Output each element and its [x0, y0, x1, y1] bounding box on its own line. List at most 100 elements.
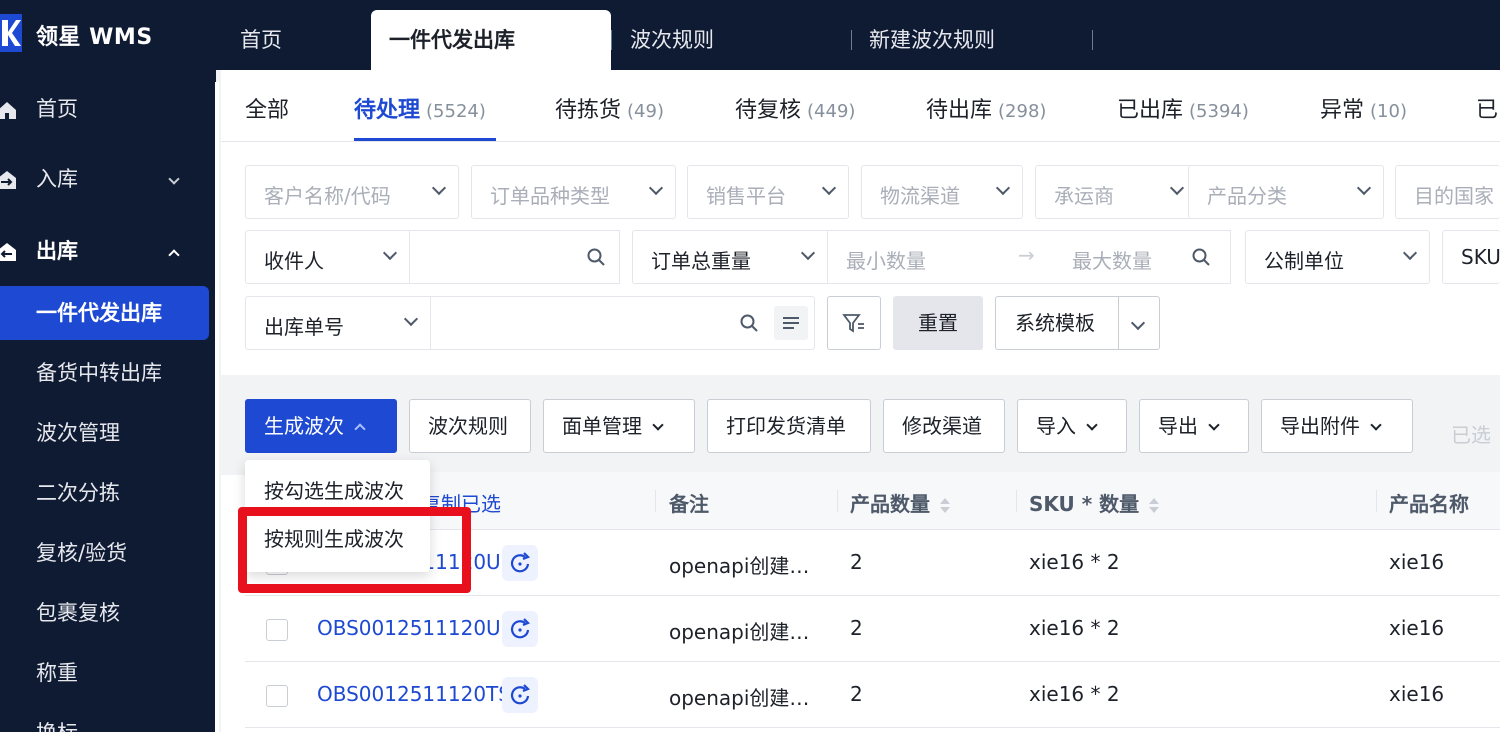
- logistics-channel-select[interactable]: 物流渠道: [861, 165, 1023, 219]
- button-label: 生成波次: [264, 414, 344, 438]
- order-number-link[interactable]: OBS0012511120U0: [317, 616, 513, 640]
- app-logo-icon: [0, 14, 22, 52]
- status-tab-count: (5524): [426, 101, 486, 122]
- destination-country-select[interactable]: 目的国家: [1395, 165, 1500, 219]
- order-variety-type-select[interactable]: 订单品种类型: [471, 165, 676, 219]
- product-name-cell: xie16: [1389, 550, 1445, 574]
- order-number-field-select[interactable]: 出库单号: [245, 296, 431, 350]
- order-number-search-input[interactable]: [431, 296, 815, 350]
- status-tab-to-ship[interactable]: 待出库 (298): [926, 92, 1046, 124]
- sku-field-select[interactable]: SKU: [1442, 230, 1500, 284]
- button-label: 打印发货清单: [726, 414, 846, 438]
- chevron-down-icon: [382, 244, 398, 262]
- status-tab-exception[interactable]: 异常 (10): [1320, 92, 1407, 124]
- sidebar-item-wave-management[interactable]: 波次管理: [0, 406, 216, 460]
- sidebar-item-inbound[interactable]: 入库: [0, 152, 216, 206]
- chevron-down-icon: [1086, 419, 1098, 431]
- column-header-sku-qty[interactable]: SKU * 数量: [1029, 488, 1160, 517]
- status-tab-to-pick[interactable]: 待拣货 (49): [555, 92, 664, 124]
- tab-new-wave-rule[interactable]: 新建波次规则: [869, 10, 995, 70]
- status-tab-label: 待处理: [354, 98, 421, 123]
- order-number-link[interactable]: OBS0012511120TS: [317, 682, 511, 706]
- sidebar-item-secondary-sorting[interactable]: 二次分拣: [0, 466, 216, 520]
- chevron-down-icon: [652, 419, 664, 431]
- sort-icon[interactable]: [940, 497, 950, 515]
- tab-wave-rules[interactable]: 波次规则: [630, 10, 714, 70]
- export-attachment-button[interactable]: 导出附件: [1261, 399, 1413, 453]
- advanced-filter-button[interactable]: [827, 296, 881, 350]
- status-tab-more[interactable]: 已: [1476, 92, 1498, 124]
- sidebar: 首页 入库 出库 一件代发出库 备货中转出库 波次管理 二次分拣 复核/验货 包…: [0, 70, 216, 732]
- outbound-icon: [0, 243, 16, 261]
- sidebar-item-package-review[interactable]: 包裹复核: [0, 586, 216, 640]
- product-name-cell: xie16: [1389, 616, 1445, 640]
- status-tab-count: (49): [627, 101, 664, 122]
- sidebar-item-relabel[interactable]: 换标: [0, 706, 216, 732]
- sort-icon[interactable]: [1149, 497, 1160, 515]
- copy-icon[interactable]: [502, 677, 538, 713]
- button-label: 修改渠道: [902, 414, 982, 438]
- select-value: SKU: [1461, 245, 1500, 269]
- sidebar-item-weighing[interactable]: 称重: [0, 646, 216, 700]
- column-header-product-qty[interactable]: 产品数量: [850, 488, 950, 517]
- change-channel-button[interactable]: 修改渠道: [883, 399, 1005, 453]
- row-checkbox[interactable]: [266, 619, 288, 641]
- print-shipping-list-button[interactable]: 打印发货清单: [707, 399, 871, 453]
- sales-platform-select[interactable]: 销售平台: [687, 165, 849, 219]
- sidebar-item-outbound[interactable]: 出库: [0, 224, 216, 278]
- reset-button[interactable]: 重置: [893, 296, 983, 350]
- column-header-product-name: 产品名称: [1389, 492, 1469, 516]
- sidebar-item-dropship-outbound[interactable]: 一件代发出库: [0, 286, 209, 340]
- status-tab-to-review[interactable]: 待复核 (449): [735, 92, 855, 124]
- consignee-search-input[interactable]: [410, 230, 620, 284]
- select-placeholder: 目的国家: [1414, 184, 1494, 208]
- sidebar-item-home[interactable]: 首页: [0, 82, 216, 136]
- column-header-remark: 备注: [669, 492, 709, 516]
- inbound-icon: [0, 171, 16, 189]
- status-tab-label: 已: [1476, 98, 1499, 123]
- chevron-down-icon: [403, 310, 419, 328]
- metric-unit-select[interactable]: 公制单位: [1245, 230, 1430, 284]
- product-category-select[interactable]: 产品分类: [1188, 165, 1384, 219]
- search-icon[interactable]: [1192, 248, 1210, 266]
- batch-input-icon[interactable]: [774, 306, 808, 340]
- sidebar-item-label: 复核/验货: [36, 541, 128, 565]
- sku-qty-cell: xie16 * 2: [1029, 682, 1120, 706]
- sidebar-item-stock-transfer-outbound[interactable]: 备货中转出库: [0, 346, 216, 400]
- carrier-select[interactable]: 承运商: [1035, 165, 1197, 219]
- status-tab-all[interactable]: 全部: [245, 92, 289, 124]
- column-divider: [655, 490, 656, 512]
- export-button[interactable]: 导出: [1139, 399, 1249, 453]
- status-tab-label: 异常: [1320, 98, 1365, 123]
- template-select[interactable]: 系统模板: [995, 296, 1160, 350]
- wave-rules-button[interactable]: 波次规则: [409, 399, 531, 453]
- tab-dropship-outbound[interactable]: 一件代发出库: [371, 10, 611, 70]
- table-row[interactable]: OBS0012511120U0 openapi创建… 2 xie16 * 2 x…: [245, 596, 1500, 662]
- copy-icon[interactable]: [502, 611, 538, 647]
- search-icon[interactable]: [740, 314, 758, 332]
- consignee-field-select[interactable]: 收件人: [245, 230, 410, 284]
- sidebar-scrollbar[interactable]: [215, 82, 219, 732]
- table-row[interactable]: OBS0012511120TS openapi创建… 2 xie16 * 2 x…: [245, 662, 1500, 728]
- select-value: 公制单位: [1264, 249, 1344, 273]
- active-tab-indicator: [354, 138, 496, 141]
- sidebar-item-review-inspection[interactable]: 复核/验货: [0, 526, 216, 580]
- search-icon[interactable]: [587, 248, 605, 266]
- copy-icon[interactable]: [502, 545, 538, 581]
- chevron-down-icon: [1208, 419, 1220, 431]
- quantity-range-input[interactable]: 最小数量 → 最大数量: [828, 230, 1231, 284]
- chevron-down-icon: [431, 179, 447, 197]
- customer-select[interactable]: 客户名称/代码: [245, 165, 459, 219]
- status-tab-pending[interactable]: 待处理 (5524): [354, 92, 486, 124]
- tab-divider: [851, 30, 852, 50]
- sku-qty-cell: xie16 * 2: [1029, 550, 1120, 574]
- row-checkbox[interactable]: [266, 685, 288, 707]
- status-tab-label: 待出库: [926, 98, 993, 123]
- order-weight-field-select[interactable]: 订单总重量: [632, 230, 828, 284]
- status-tab-shipped[interactable]: 已出库 (5394): [1117, 92, 1249, 124]
- tab-home[interactable]: 首页: [240, 10, 282, 70]
- chevron-down-icon: [168, 152, 180, 206]
- import-button[interactable]: 导入: [1017, 399, 1127, 453]
- generate-wave-button[interactable]: 生成波次: [245, 399, 397, 453]
- label-management-button[interactable]: 面单管理: [543, 399, 695, 453]
